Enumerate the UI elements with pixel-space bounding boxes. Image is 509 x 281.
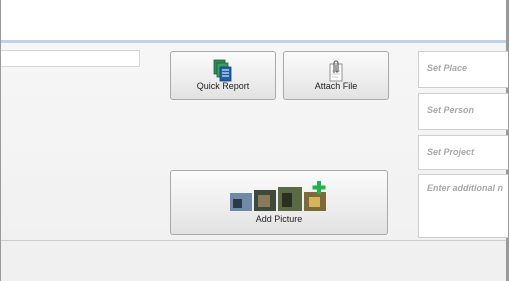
set-place-field[interactable]: Set Place [418,51,508,88]
quick-report-label: Quick Report [196,81,250,91]
attach-file-button[interactable]: Attach File [283,51,389,100]
attach-file-label: Attach File [314,81,358,91]
add-picture-label: Add Picture [255,214,303,224]
set-person-field[interactable]: Set Person [418,93,508,130]
photo-strip-add-icon [224,181,334,215]
header-area [1,0,506,40]
additional-note-field[interactable]: Enter additional n [418,174,508,238]
set-project-field[interactable]: Set Project [418,135,508,170]
footer-area [1,241,506,281]
add-picture-button[interactable]: Add Picture [170,170,388,235]
quick-report-button[interactable]: Quick Report [170,51,276,100]
title-input[interactable] [1,50,140,67]
